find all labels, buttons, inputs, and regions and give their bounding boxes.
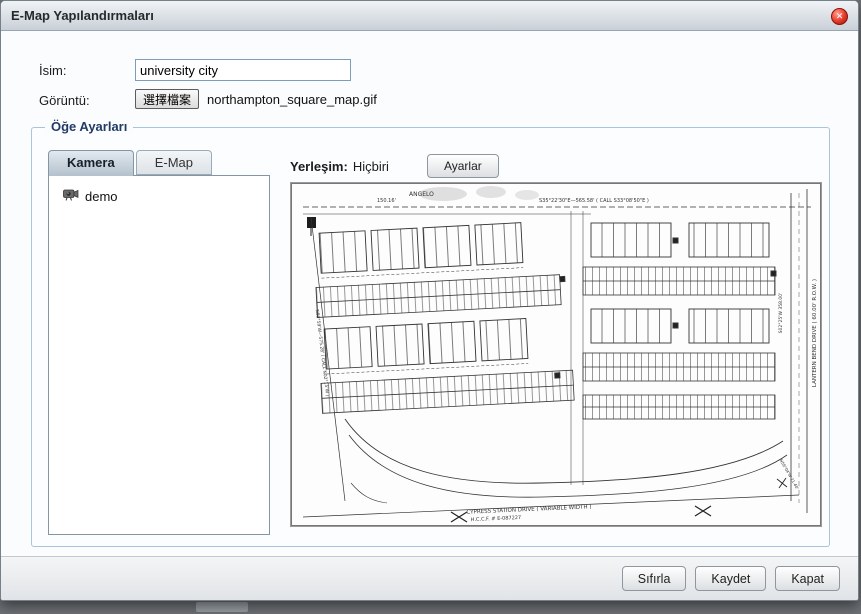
- layout-label: Yerleşim:: [290, 159, 348, 174]
- close-button[interactable]: Kapat: [775, 566, 840, 591]
- reset-button[interactable]: Sıfırla: [622, 566, 687, 591]
- camera-icon: [63, 188, 79, 204]
- choose-file-button[interactable]: 選擇檔案: [135, 89, 199, 109]
- dialog-titlebar[interactable]: E-Map Yapılandırmaları ✕: [1, 1, 858, 31]
- dialog-footer: Sıfırla Kaydet Kapat: [1, 556, 858, 600]
- item-settings-legend: Öğe Ayarları: [45, 119, 133, 134]
- item-settings-group: Kamera E-Map demo Yerleşim: Hiçbi: [31, 127, 830, 547]
- save-button[interactable]: Kaydet: [695, 566, 766, 591]
- tree-item-demo[interactable]: demo: [49, 176, 269, 204]
- desktop-background-patch: [196, 602, 248, 612]
- layout-row: Yerleşim: Hiçbiri Ayarlar: [290, 154, 499, 178]
- map-label-top-bearing: S35°22'30"E—565.58' ( CALL S33°08'50"E ): [539, 198, 649, 204]
- map-label-lantern-bend-drive: LANTERN BEND DRIVE ( 60.00' R.O.W. ): [812, 279, 818, 387]
- name-label: İsim:: [39, 63, 66, 78]
- map-label-angelo: ANGELO: [409, 191, 434, 198]
- selected-file-name: northampton_square_map.gif: [207, 92, 377, 107]
- tree-item-label: demo: [85, 189, 118, 204]
- emap-preview[interactable]: ANGELO 150.16' S35°22'30"E—565.58' ( CAL…: [290, 182, 822, 527]
- dialog-title: E-Map Yapılandırmaları: [11, 8, 154, 23]
- map-label-east-bearing: S02°25'W 358.00': [778, 293, 784, 334]
- layout-settings-button[interactable]: Ayarlar: [427, 154, 499, 178]
- tab-emap[interactable]: E-Map: [136, 150, 212, 175]
- tab-kamera[interactable]: Kamera: [48, 150, 134, 176]
- layout-value: Hiçbiri: [353, 159, 389, 174]
- close-icon[interactable]: ✕: [831, 8, 848, 25]
- camera-tree-panel[interactable]: demo: [48, 175, 270, 535]
- name-input[interactable]: [135, 59, 351, 81]
- map-label-top-dim: 150.16': [377, 198, 396, 204]
- site-plan-drawing: ANGELO 150.16' S35°22'30"E—565.58' ( CAL…: [291, 183, 821, 526]
- tab-strip: Kamera E-Map: [48, 150, 214, 176]
- image-label: Görüntü:: [39, 93, 90, 108]
- emap-configuration-dialog: E-Map Yapılandırmaları ✕ İsim: Görüntü: …: [0, 0, 859, 601]
